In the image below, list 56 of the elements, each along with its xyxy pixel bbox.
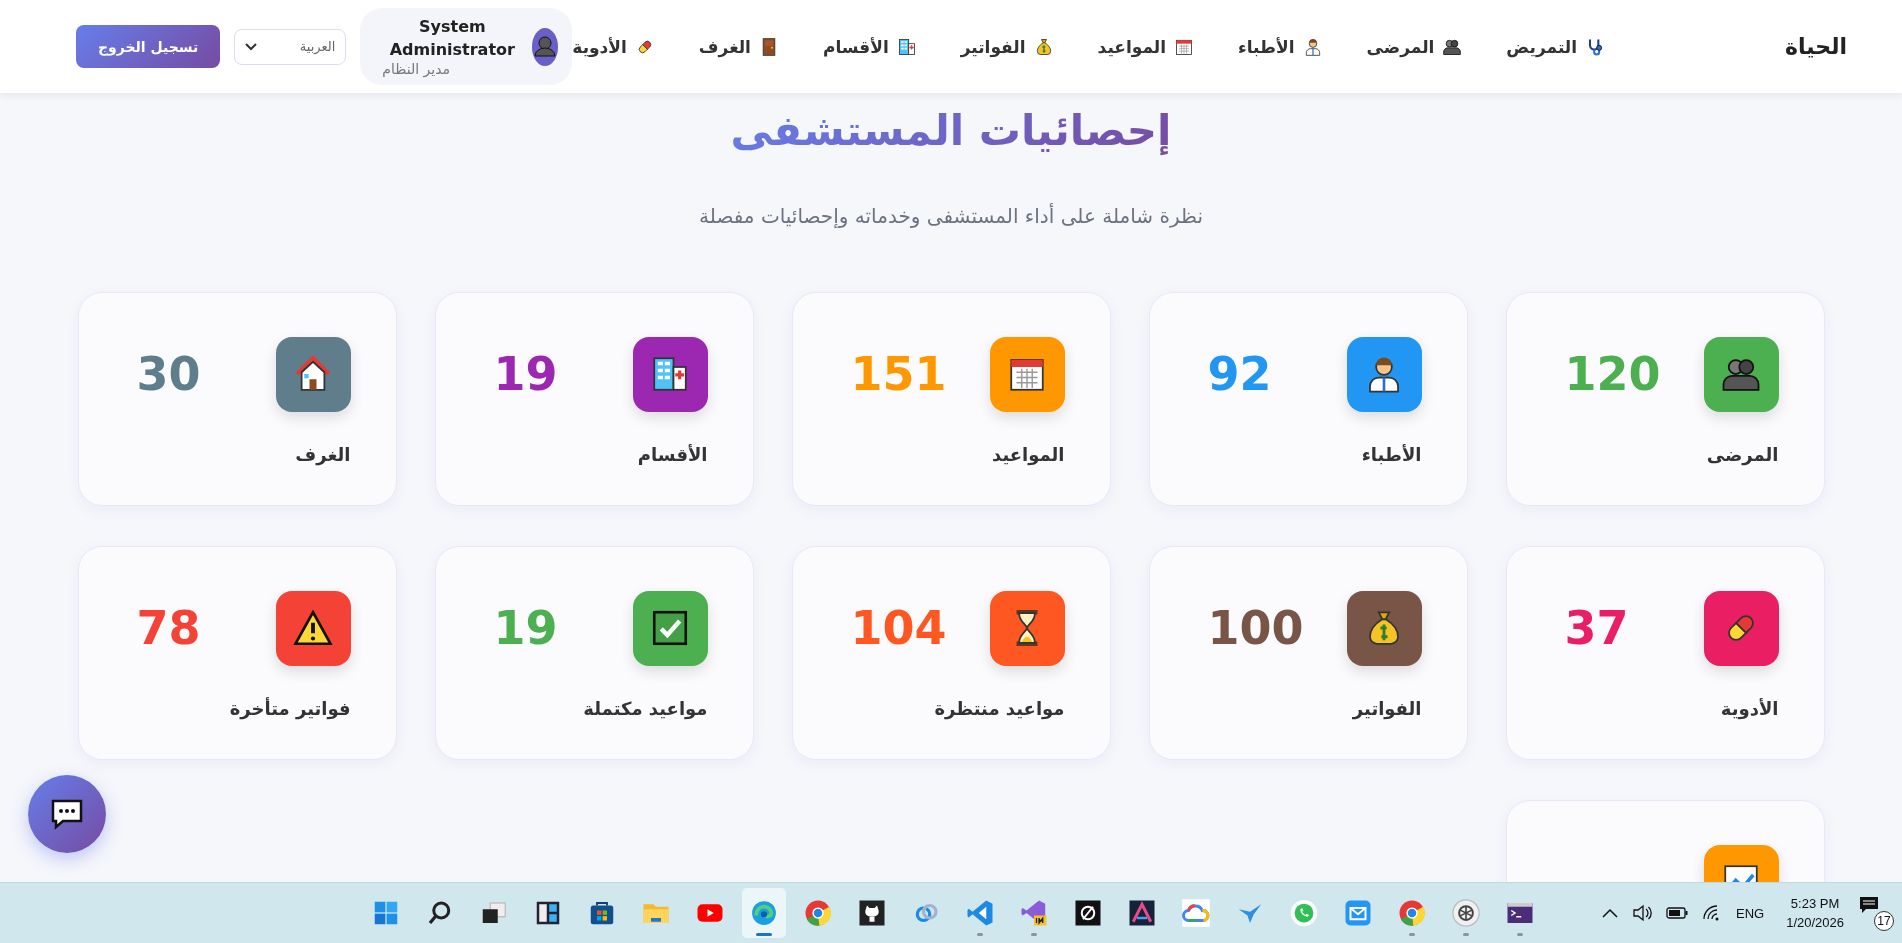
stat-label: فواتير متأخرة bbox=[228, 697, 351, 719]
stat-label: مواعيد منتظرة bbox=[933, 697, 1065, 719]
clock-date: 1/20/2026 bbox=[1786, 914, 1844, 932]
cat-icon bbox=[857, 898, 887, 928]
clock-time: 5:23 PM bbox=[1789, 894, 1841, 913]
stat-value: 92 bbox=[1207, 351, 1272, 398]
nav-link[interactable]: المواعيد bbox=[1097, 36, 1195, 57]
stat-value: 78 bbox=[136, 605, 201, 652]
language-select[interactable]: العربية bbox=[234, 28, 347, 65]
building-icon bbox=[896, 36, 917, 57]
user-name: System Administrator bbox=[388, 16, 516, 61]
input-language[interactable]: ENG bbox=[1736, 905, 1765, 921]
nav-link[interactable]: الأدوية bbox=[572, 36, 655, 57]
stat-value: 30 bbox=[136, 351, 201, 398]
nav-link[interactable]: الغرف bbox=[698, 36, 779, 57]
battery-icon[interactable] bbox=[1666, 907, 1688, 919]
logout-button[interactable]: تسجيل الخروج bbox=[76, 25, 221, 68]
stat-label: الأطباء bbox=[1360, 443, 1422, 465]
code-editor-icon bbox=[965, 898, 995, 928]
chevron-icon bbox=[245, 42, 258, 51]
stat-label: المواعيد bbox=[991, 443, 1065, 465]
stat-label: المرضى bbox=[1705, 443, 1779, 465]
stat-label: الأدوية bbox=[1719, 697, 1779, 719]
chevron-up-icon[interactable] bbox=[1602, 908, 1618, 918]
stat-label: الأقسام bbox=[636, 443, 708, 465]
stat-label: مواعيد مكتملة bbox=[582, 697, 708, 719]
browser-icon bbox=[1397, 898, 1427, 928]
nav-link[interactable]: المرضى bbox=[1366, 36, 1463, 57]
mail-icon bbox=[1343, 898, 1373, 928]
ide-icon bbox=[1019, 898, 1049, 928]
app-icon bbox=[1073, 898, 1103, 928]
browser-icon bbox=[749, 898, 779, 928]
nav-link[interactable]: الأطباء bbox=[1238, 36, 1323, 57]
nav-link[interactable]: التمريض bbox=[1506, 36, 1606, 57]
stat-value: 120 bbox=[1564, 351, 1661, 398]
browser-icon bbox=[803, 898, 833, 928]
peak-icon bbox=[1127, 898, 1157, 928]
cloud-icon bbox=[1181, 898, 1211, 928]
notification-count: 17 bbox=[1874, 911, 1894, 931]
stat-value: 19 bbox=[493, 605, 558, 652]
stat-value: 104 bbox=[850, 605, 947, 652]
nav-link[interactable]: الفواتير bbox=[960, 36, 1054, 57]
page-subtitle: نظرة شاملة على أداء المستشفى وخدماته وإحصائيات مفصلة bbox=[699, 203, 1203, 228]
nav-link[interactable]: الأقسام bbox=[822, 36, 917, 57]
stat-value: 151 bbox=[850, 351, 947, 398]
brand-name: الحياة bbox=[1785, 34, 1847, 59]
stat-value: 100 bbox=[1207, 605, 1304, 652]
notification-icon[interactable] bbox=[1858, 895, 1880, 915]
stat-label: الفواتير bbox=[1351, 697, 1422, 719]
chat-button[interactable] bbox=[28, 775, 106, 853]
stat-value: 19 bbox=[493, 351, 558, 398]
volume-icon[interactable] bbox=[1632, 904, 1652, 922]
user-role: مدير النظام bbox=[382, 60, 452, 77]
stat-value: 37 bbox=[1564, 605, 1629, 652]
clock[interactable]: 5:23 PM 1/20/2026 bbox=[1786, 893, 1844, 933]
stat-label: الغرف bbox=[294, 443, 351, 465]
